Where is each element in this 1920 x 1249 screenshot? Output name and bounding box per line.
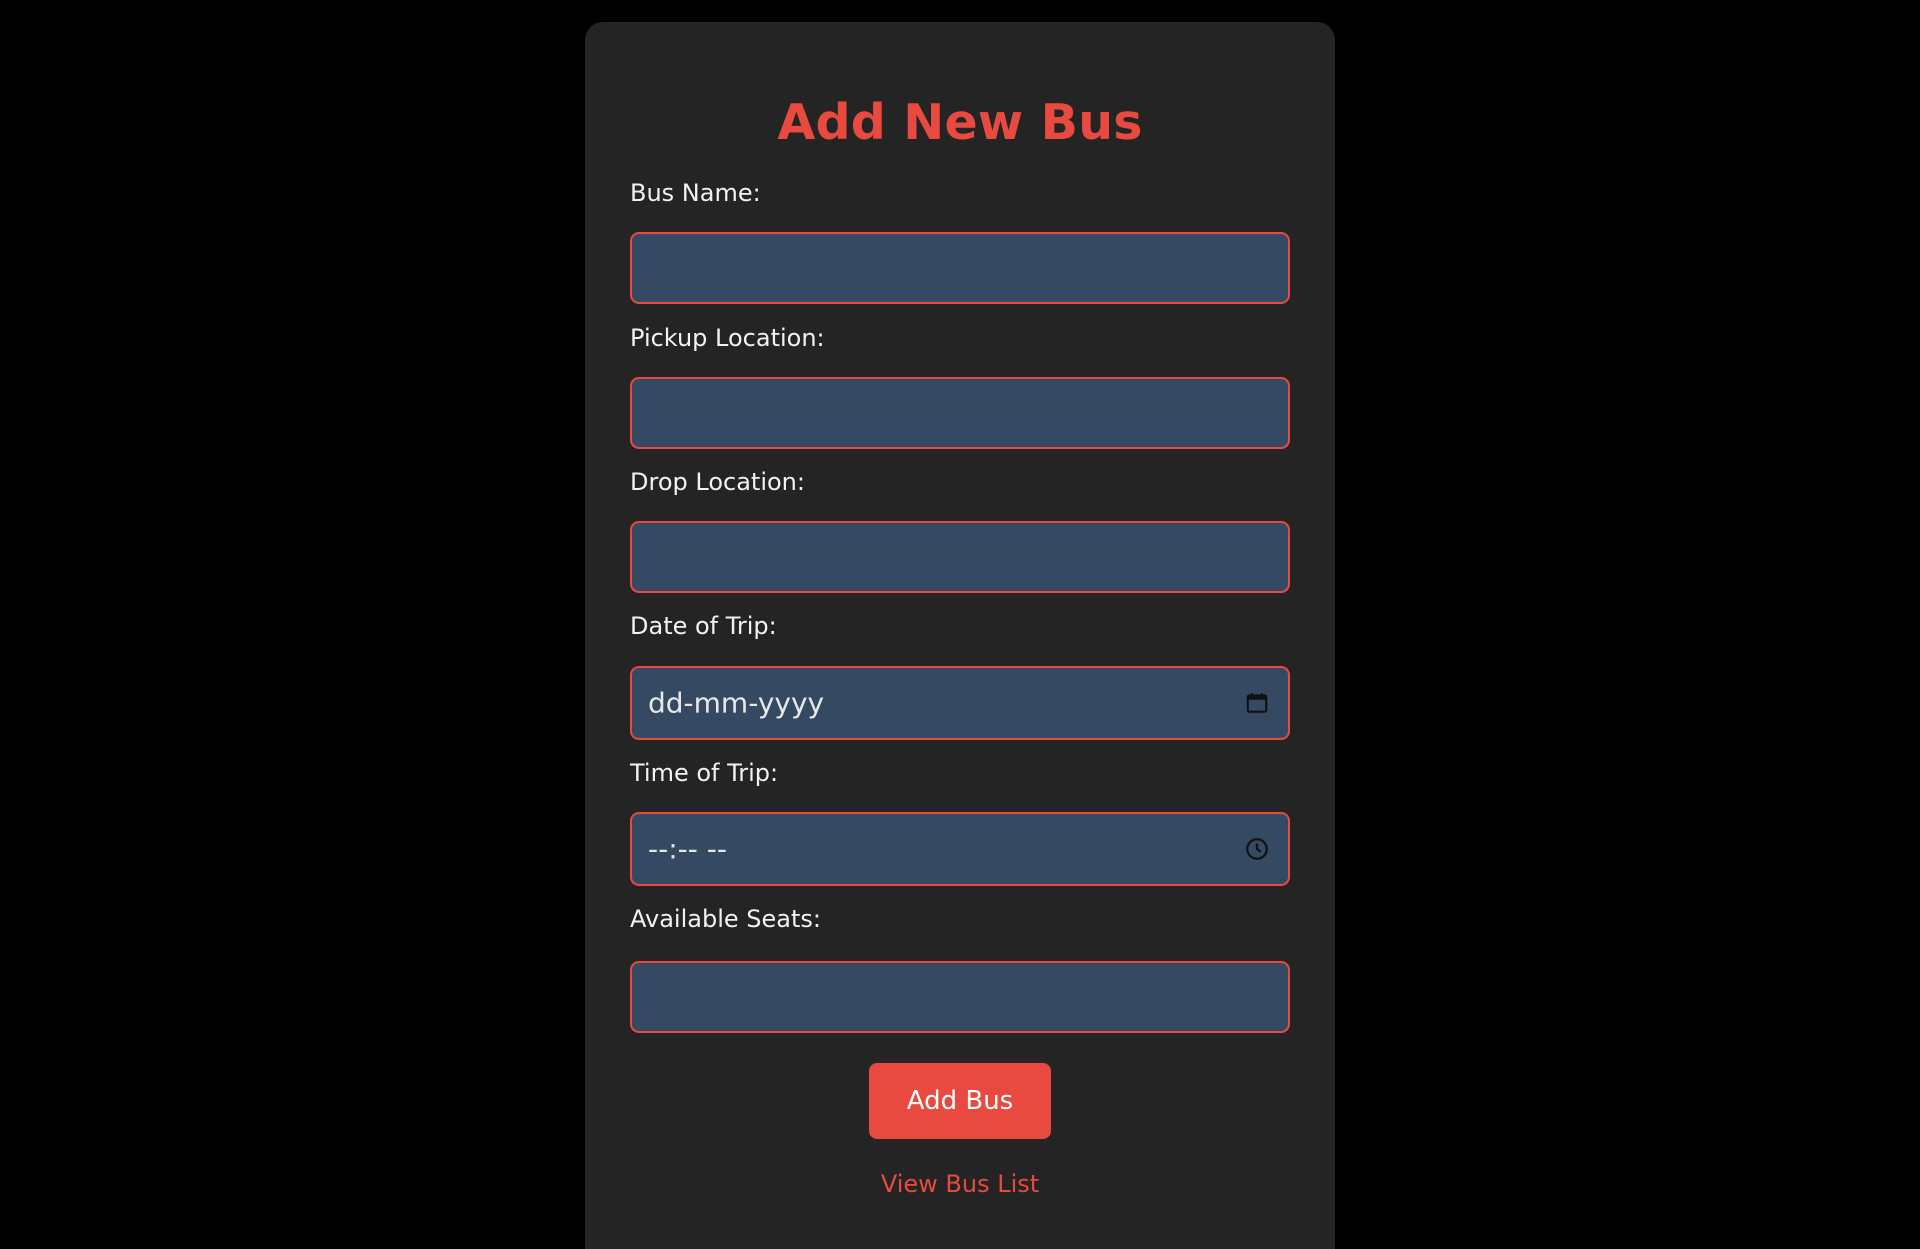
date-of-trip-label: Date of Trip:	[630, 612, 777, 640]
available-seats-label: Available Seats:	[630, 905, 821, 933]
bus-name-label: Bus Name:	[630, 179, 761, 207]
date-placeholder: dd-mm-yyyy	[648, 686, 825, 720]
calendar-icon[interactable]	[1244, 690, 1270, 716]
page-title: Add New Bus	[777, 94, 1143, 151]
clock-icon[interactable]	[1244, 836, 1270, 862]
drop-location-label: Drop Location:	[630, 468, 805, 496]
pickup-location-label: Pickup Location:	[630, 324, 825, 352]
time-placeholder: --:-- --	[648, 832, 727, 866]
add-bus-button[interactable]: Add Bus	[869, 1063, 1051, 1139]
add-bus-card: Add New Bus Bus Name: Pickup Location: D…	[585, 22, 1335, 1249]
time-of-trip-input[interactable]: --:-- --	[630, 812, 1290, 886]
date-of-trip-input[interactable]: dd-mm-yyyy	[630, 666, 1290, 740]
view-bus-list-link[interactable]: View Bus List	[585, 1170, 1335, 1198]
drop-location-input[interactable]	[630, 521, 1290, 593]
available-seats-input[interactable]	[630, 961, 1290, 1033]
time-of-trip-label: Time of Trip:	[630, 759, 779, 787]
pickup-location-input[interactable]	[630, 377, 1290, 449]
bus-name-input[interactable]	[630, 232, 1290, 304]
